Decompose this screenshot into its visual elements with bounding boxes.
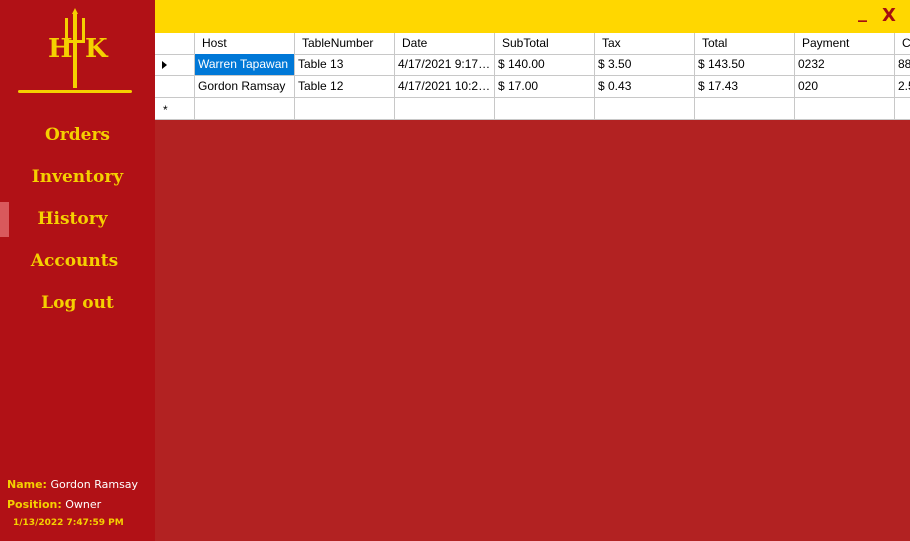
table-cell[interactable]: 4/17/2021 9:17:... (395, 54, 495, 76)
table-cell[interactable] (495, 98, 595, 120)
column-header[interactable]: Total (695, 33, 795, 55)
user-name-key: Name: (7, 478, 47, 491)
row-header[interactable]: * (155, 98, 195, 120)
table-cell[interactable] (795, 98, 895, 120)
column-header[interactable]: SubTotal (495, 33, 595, 55)
table-cell[interactable]: 0232 (795, 54, 895, 76)
column-header[interactable]: Tax (595, 33, 695, 55)
table-cell[interactable] (195, 98, 295, 120)
table-row[interactable]: Warren Tapawan Table 13 4/17/2021 9:17:.… (155, 54, 910, 76)
row-header[interactable] (155, 54, 195, 76)
column-header[interactable]: Payment (795, 33, 895, 55)
row-header[interactable] (155, 76, 195, 98)
table-cell[interactable] (595, 98, 695, 120)
table-cell[interactable] (395, 98, 495, 120)
table-cell[interactable]: $ 3.50 (595, 54, 695, 76)
user-position-key: Position: (7, 498, 62, 511)
title-bar: _ X (155, 0, 910, 33)
table-cell[interactable] (295, 98, 395, 120)
sidebar: H K Orders Inventory History Accounts Lo… (0, 0, 155, 541)
table-cell[interactable]: 2.5 (895, 76, 910, 98)
user-position-line: Position: Owner (7, 498, 101, 511)
logo-letter-k: K (85, 34, 108, 64)
logo-underline (18, 90, 132, 93)
user-position: Owner (65, 498, 102, 511)
trident-icon (65, 8, 85, 88)
table-cell[interactable]: $ 17.00 (495, 76, 595, 98)
current-row-icon (162, 61, 167, 69)
table-cell[interactable]: 88 (895, 54, 910, 76)
table-cell[interactable]: Gordon Ramsay (195, 76, 295, 98)
table-cell[interactable]: Table 13 (295, 54, 395, 76)
minimize-button[interactable]: _ (858, 2, 867, 23)
row-header-corner (155, 33, 195, 55)
nav-item-inventory[interactable]: Inventory (0, 159, 155, 195)
close-button[interactable]: X (882, 5, 896, 26)
table-cell[interactable] (695, 98, 795, 120)
nav-item-accounts[interactable]: Accounts (0, 243, 152, 279)
column-header[interactable]: Host (195, 33, 295, 55)
table-cell[interactable]: Warren Tapawan (195, 54, 295, 76)
table-cell[interactable]: $ 143.50 (695, 54, 795, 76)
new-row[interactable]: * (155, 98, 910, 120)
table-cell[interactable] (895, 98, 910, 120)
user-name-line: Name: Gordon Ramsay (7, 478, 138, 491)
new-row-marker: * (163, 103, 168, 117)
nav-item-orders[interactable]: Orders (0, 117, 155, 153)
table-cell[interactable]: 020 (795, 76, 895, 98)
table-header-row: Host TableNumber Date SubTotal Tax Total… (155, 33, 910, 55)
table-cell[interactable]: $ 140.00 (495, 54, 595, 76)
history-table[interactable]: Host TableNumber Date SubTotal Tax Total… (155, 33, 910, 120)
user-name: Gordon Ramsay (50, 478, 139, 491)
table-row[interactable]: Gordon Ramsay Table 12 4/17/2021 10:23..… (155, 76, 910, 98)
column-header[interactable]: TableNumber (295, 33, 395, 55)
column-header[interactable]: Date (395, 33, 495, 55)
nav-item-log-out[interactable]: Log out (0, 285, 155, 321)
table-cell[interactable]: 4/17/2021 10:23... (395, 76, 495, 98)
datetime-label: 1/13/2022 7:47:59 PM (13, 518, 124, 528)
column-header[interactable]: C (895, 33, 910, 55)
table-cell[interactable]: Table 12 (295, 76, 395, 98)
table-cell[interactable]: $ 0.43 (595, 76, 695, 98)
logo-letter-h: H (48, 34, 73, 64)
nav-item-history[interactable]: History (0, 201, 150, 237)
table-cell[interactable]: $ 17.43 (695, 76, 795, 98)
